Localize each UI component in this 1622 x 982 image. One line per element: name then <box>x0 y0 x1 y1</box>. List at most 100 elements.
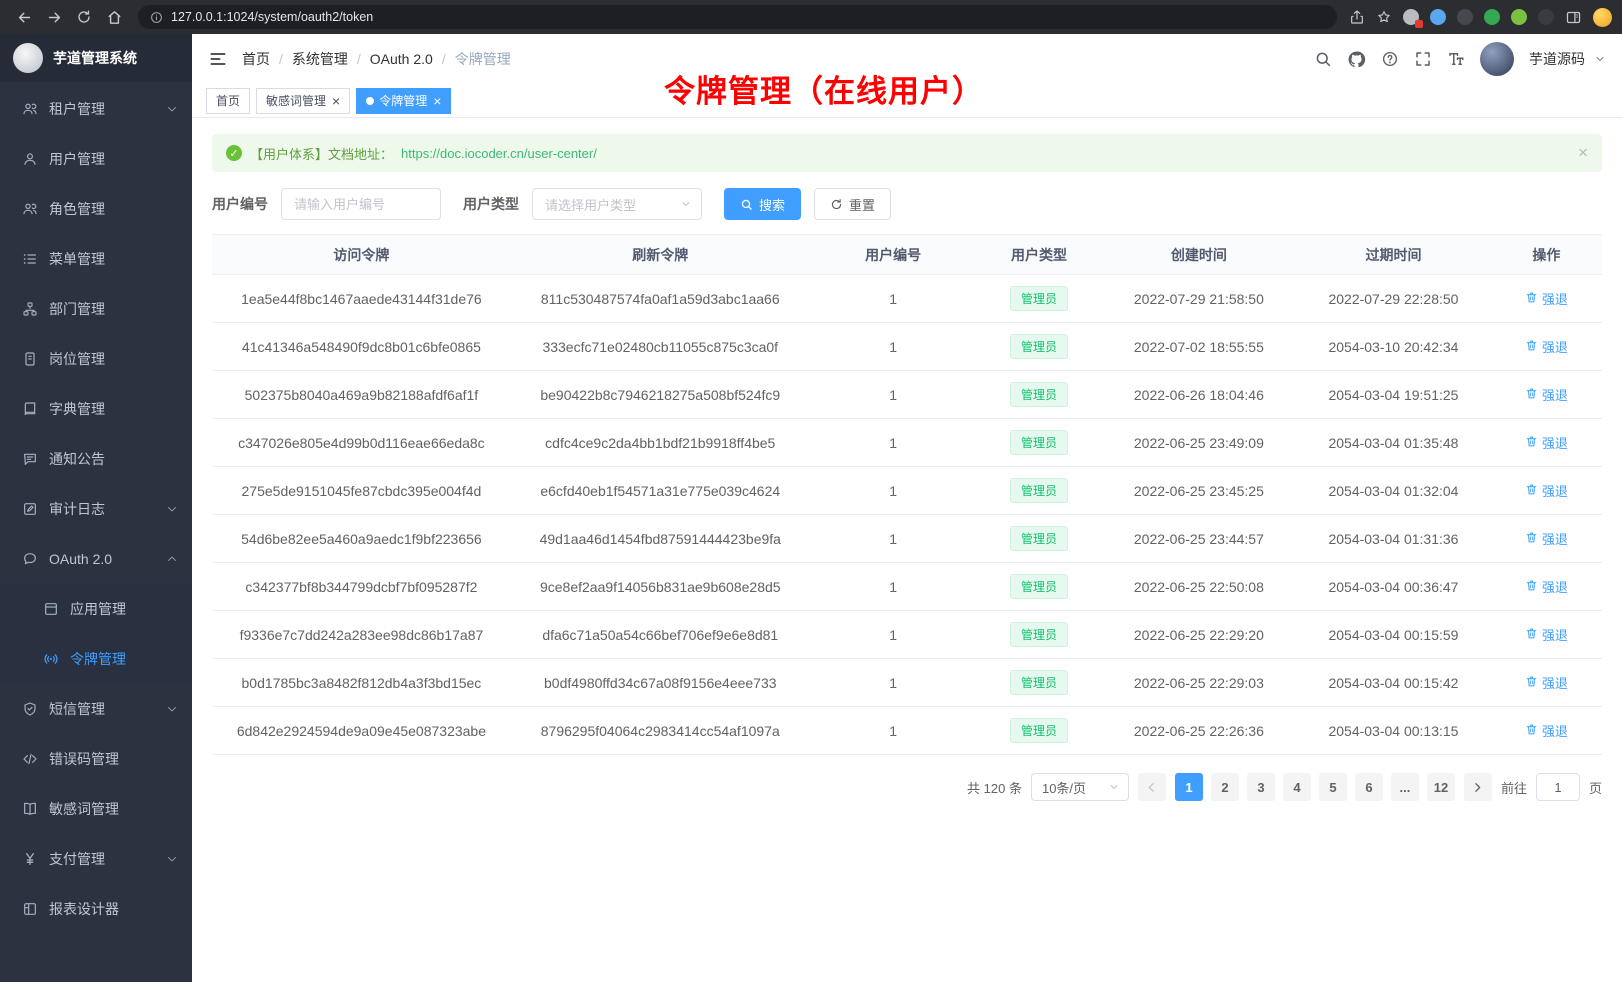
sidebar-item-oauth2-app[interactable]: 应用管理 <box>0 584 192 634</box>
force-logout-button[interactable]: 强退 <box>1525 481 1568 500</box>
sidebar-item-sms[interactable]: 短信管理 <box>0 684 192 734</box>
font-size-icon[interactable] <box>1447 50 1465 68</box>
page-button[interactable]: 3 <box>1247 773 1275 801</box>
user-type-select[interactable]: 请选择用户类型 <box>532 188 702 220</box>
force-logout-button[interactable]: 强退 <box>1525 385 1568 404</box>
sidebar: 芋道管理系统 租户管理 用户管理 角色管理 菜单管理 部门管理 岗位管理 字典管… <box>0 34 192 982</box>
sidebar-menu: 租户管理 用户管理 角色管理 菜单管理 部门管理 岗位管理 字典管理 通知公告 … <box>0 82 192 982</box>
page-size-select[interactable]: 10条/页 <box>1031 773 1129 801</box>
force-logout-button[interactable]: 强退 <box>1525 721 1568 740</box>
next-page-button[interactable] <box>1464 773 1492 801</box>
refresh-token-cell: e6cfd40eb1f54571a31e775e039c4624 <box>511 467 810 515</box>
force-logout-button[interactable]: 强退 <box>1525 673 1568 692</box>
sidebar-item-role[interactable]: 角色管理 <box>0 184 192 234</box>
force-logout-button[interactable]: 强退 <box>1525 577 1568 596</box>
extension-icon-5[interactable] <box>1511 9 1527 25</box>
extension-icon-1[interactable] <box>1403 9 1419 25</box>
browser-reload-icon[interactable] <box>70 3 98 31</box>
sidebar-item-pay[interactable]: 支付管理 <box>0 834 192 884</box>
extension-icon-3[interactable] <box>1457 9 1473 25</box>
breadcrumb-item[interactable]: 系统管理 <box>292 49 348 69</box>
sidebar-item-oauth2-token[interactable]: 令牌管理 <box>0 634 192 684</box>
sidebar-item-oauth2[interactable]: OAuth 2.0 <box>0 534 192 584</box>
user-avatar[interactable] <box>1480 42 1514 76</box>
user-type-badge: 管理员 <box>1010 286 1068 311</box>
user-id-input[interactable] <box>281 188 441 220</box>
sidebar-item-label: 错误码管理 <box>49 749 119 769</box>
user-type-badge: 管理员 <box>1010 382 1068 407</box>
filter-bar: 用户编号 用户类型 请选择用户类型 搜索 重置 <box>212 188 1602 220</box>
site-info-icon[interactable] <box>150 11 163 24</box>
app-logo[interactable]: 芋道管理系统 <box>0 34 192 82</box>
force-logout-button[interactable]: 强退 <box>1525 625 1568 644</box>
tab-token[interactable]: 令牌管理 × <box>356 88 451 114</box>
search-icon[interactable] <box>1314 50 1332 68</box>
sidebar-item-tenant[interactable]: 租户管理 <box>0 84 192 134</box>
force-logout-button[interactable]: 强退 <box>1525 337 1568 356</box>
sidebar-item-audit-log[interactable]: 审计日志 <box>0 484 192 534</box>
tab-home[interactable]: 首页 <box>206 88 250 114</box>
browser-forward-icon[interactable] <box>40 3 68 31</box>
sidebar-item-post[interactable]: 岗位管理 <box>0 334 192 384</box>
sidebar-item-label: 角色管理 <box>49 199 105 219</box>
extension-icon-6[interactable] <box>1538 9 1554 25</box>
page-button[interactable]: 1 <box>1175 773 1203 801</box>
sidebar-item-report-designer[interactable]: 报表设计器 <box>0 884 192 934</box>
sidebar-item-user[interactable]: 用户管理 <box>0 134 192 184</box>
bookmark-star-icon[interactable] <box>1376 9 1392 25</box>
browser-profile-avatar[interactable] <box>1593 8 1612 27</box>
page-button[interactable]: 5 <box>1319 773 1347 801</box>
split-view-icon[interactable] <box>1565 9 1582 26</box>
share-icon[interactable] <box>1349 9 1365 25</box>
sidebar-item-dict[interactable]: 字典管理 <box>0 384 192 434</box>
sidebar-item-error-code[interactable]: 错误码管理 <box>0 734 192 784</box>
reset-button[interactable]: 重置 <box>814 188 891 220</box>
close-icon[interactable]: × <box>433 94 441 108</box>
create-time-cell: 2022-06-25 23:44:57 <box>1102 515 1297 563</box>
breadcrumb-item[interactable]: OAuth 2.0 <box>370 51 433 67</box>
access-token-cell: 502375b8040a469a9b82188afdf6af1f <box>212 371 511 419</box>
address-bar[interactable]: 127.0.0.1:1024/system/oauth2/token <box>138 5 1337 29</box>
browser-home-icon[interactable] <box>100 3 128 31</box>
breadcrumb-item[interactable]: 首页 <box>242 49 270 69</box>
pager-ellipsis[interactable]: ... <box>1391 773 1419 801</box>
tab-sensitive-word[interactable]: 敏感词管理 × <box>256 88 350 114</box>
trash-icon <box>1525 723 1538 739</box>
page-button[interactable]: 2 <box>1211 773 1239 801</box>
force-logout-button[interactable]: 强退 <box>1525 433 1568 452</box>
close-icon[interactable]: × <box>332 94 340 108</box>
sidebar-toggle-icon[interactable] <box>208 49 228 69</box>
page-button[interactable]: 6 <box>1355 773 1383 801</box>
github-icon[interactable] <box>1347 50 1366 69</box>
sidebar-item-label: 支付管理 <box>49 849 105 869</box>
sidebar-item-dept[interactable]: 部门管理 <box>0 284 192 334</box>
force-logout-button[interactable]: 强退 <box>1525 289 1568 308</box>
sidebar-item-notice[interactable]: 通知公告 <box>0 434 192 484</box>
edit-doc-icon <box>21 501 38 518</box>
force-logout-button[interactable]: 强退 <box>1525 529 1568 548</box>
alert-close-icon[interactable]: × <box>1578 143 1588 163</box>
expire-time-cell: 2054-03-04 01:32:04 <box>1296 467 1491 515</box>
goto-page-input[interactable] <box>1536 773 1580 801</box>
page-button[interactable]: 12 <box>1427 773 1455 801</box>
table-row: c342377bf8b344799dcbf7bf095287f2 9ce8ef2… <box>212 563 1602 611</box>
shield-icon <box>21 701 38 718</box>
sidebar-item-sensitive-word[interactable]: 敏感词管理 <box>0 784 192 834</box>
prev-page-button[interactable] <box>1138 773 1166 801</box>
fullscreen-icon[interactable] <box>1414 50 1432 68</box>
extension-icon-2[interactable] <box>1430 9 1446 25</box>
browser-back-icon[interactable] <box>10 3 38 31</box>
user-icon <box>21 151 38 168</box>
search-button[interactable]: 搜索 <box>724 188 801 220</box>
sidebar-item-label: 部门管理 <box>49 299 105 319</box>
page-button[interactable]: 4 <box>1283 773 1311 801</box>
user-name[interactable]: 芋道源码 <box>1529 49 1585 69</box>
expire-time-cell: 2022-07-29 22:28:50 <box>1296 275 1491 323</box>
tab-label: 首页 <box>216 92 240 109</box>
extension-icon-4[interactable] <box>1484 9 1500 25</box>
sidebar-item-label: 用户管理 <box>49 149 105 169</box>
user-menu-caret-icon[interactable] <box>1594 53 1606 65</box>
help-icon[interactable] <box>1381 50 1399 68</box>
sidebar-item-menu[interactable]: 菜单管理 <box>0 234 192 284</box>
alert-link[interactable]: https://doc.iocoder.cn/user-center/ <box>401 146 597 161</box>
